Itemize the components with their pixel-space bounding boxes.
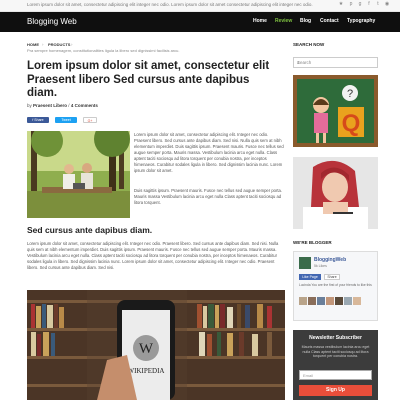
nav-home[interactable]: Home xyxy=(253,18,267,24)
byline-by: by xyxy=(27,103,32,108)
post-subheading: Sed cursus ante dapibus diam. xyxy=(27,225,153,235)
top-bar: Lorem ipsum dolor sit amet, consectetur … xyxy=(0,0,400,12)
sidebar-ad-student[interactable] xyxy=(293,157,378,229)
site-header: Blogging Web Home Review Blog Contact Ty… xyxy=(0,12,400,32)
breadcrumb-products[interactable]: PRODUCTS xyxy=(48,42,70,47)
sidebar-search-heading: SEARCH NOW xyxy=(293,42,325,47)
post-paragraph-2: Duis sagittis ipsum. Praesent mauris. Fu… xyxy=(134,188,283,205)
breadcrumb-separator: › xyxy=(42,41,44,47)
search-input[interactable]: Search ⌕ xyxy=(293,57,378,68)
pinterest-icon[interactable]: p xyxy=(347,1,355,7)
post-title: Lorem ipsum dolor sit amet, consectetur … xyxy=(27,60,270,99)
facebook-icon[interactable]: f xyxy=(365,1,373,7)
newsletter-title: Newsletter Subscriber xyxy=(309,335,362,341)
fb-friends-text: Lucinda You are the first of your friend… xyxy=(299,283,372,287)
post-paragraph-3: Lorem ipsum dolor sit amet, consectetur … xyxy=(27,241,279,270)
facebook-share-button[interactable]: f Share xyxy=(27,117,49,123)
quiz-illustration: Q ? xyxy=(293,75,378,147)
rss-icon[interactable]: ◉ xyxy=(383,1,391,7)
fb-like-button[interactable]: Like Page xyxy=(299,274,321,280)
newsletter-email-placeholder: Email xyxy=(303,373,314,378)
library-phone-illustration: W WIKIPEDIA xyxy=(27,290,285,400)
avatar[interactable] xyxy=(317,297,325,305)
post-byline: by Praesent Libero / 4 Comments xyxy=(27,103,98,108)
newsletter-text: Mauris massa vestibulum lacinia arcu ege… xyxy=(301,345,370,359)
svg-text:Q: Q xyxy=(342,110,361,137)
post-author[interactable]: Praesent Libero xyxy=(33,103,67,108)
avatar[interactable] xyxy=(299,297,307,305)
tweet-button[interactable]: Tweet xyxy=(55,117,77,123)
sidebar-blogger-heading: WE'RE BLOGGER xyxy=(293,240,332,245)
nav-review[interactable]: Review xyxy=(275,18,292,24)
post-image-library-phone: W WIKIPEDIA xyxy=(27,290,285,400)
breadcrumb-home[interactable]: HOME xyxy=(27,42,39,47)
search-icon[interactable]: ⌕ xyxy=(297,60,374,65)
avatar[interactable] xyxy=(353,297,361,305)
nav-blog[interactable]: Blog xyxy=(300,18,311,24)
fb-share-button[interactable]: Share xyxy=(324,274,340,280)
site-logo[interactable]: Blogging Web xyxy=(27,17,77,26)
star-icon[interactable]: ★ xyxy=(337,1,345,7)
post-paragraph-1: Lorem ipsum dolor sit amet, consectetur … xyxy=(134,132,284,173)
breadcrumb-separator: › xyxy=(71,41,73,47)
newsletter-signup-button[interactable]: Sign Up xyxy=(299,385,372,396)
fb-like-count: 5k Likes xyxy=(314,264,327,268)
fb-page-avatar[interactable] xyxy=(299,257,311,269)
sidebar-ad-quiz[interactable]: Q ? xyxy=(293,75,378,147)
fb-friend-avatars xyxy=(299,292,361,310)
newsletter-box: Newsletter Subscriber Mauris massa vesti… xyxy=(293,330,378,400)
twitter-icon[interactable]: t xyxy=(374,1,382,7)
svg-text:?: ? xyxy=(347,88,353,100)
news-ticker[interactable]: Lorem ipsum dolor sit amet, consectetur … xyxy=(27,2,313,7)
avatar[interactable] xyxy=(326,297,334,305)
gplus-button[interactable]: G+ xyxy=(83,117,97,123)
nav-contact[interactable]: Contact xyxy=(320,18,339,24)
wikipedia-wordmark: WIKIPEDIA xyxy=(128,367,165,375)
svg-text:W: W xyxy=(139,341,154,357)
googleplus-icon[interactable]: g xyxy=(356,1,364,7)
fb-page-name[interactable]: BloggingWeb xyxy=(314,257,346,263)
forest-laptop-illustration xyxy=(27,131,130,218)
post-image-forest xyxy=(27,131,130,218)
avatar[interactable] xyxy=(335,297,343,305)
avatar[interactable] xyxy=(344,297,352,305)
avatar[interactable] xyxy=(308,297,316,305)
post-comments[interactable]: 4 Comments xyxy=(71,103,98,108)
newsletter-email-field[interactable]: Email xyxy=(299,370,372,380)
breadcrumb-current: Pra sempre homenagem, constitutionalitie… xyxy=(27,48,180,53)
facebook-like-box: BloggingWeb 5k Likes Like Page Share Luc… xyxy=(293,251,378,321)
student-illustration xyxy=(293,157,378,229)
nav-typography[interactable]: Typography xyxy=(347,18,375,24)
